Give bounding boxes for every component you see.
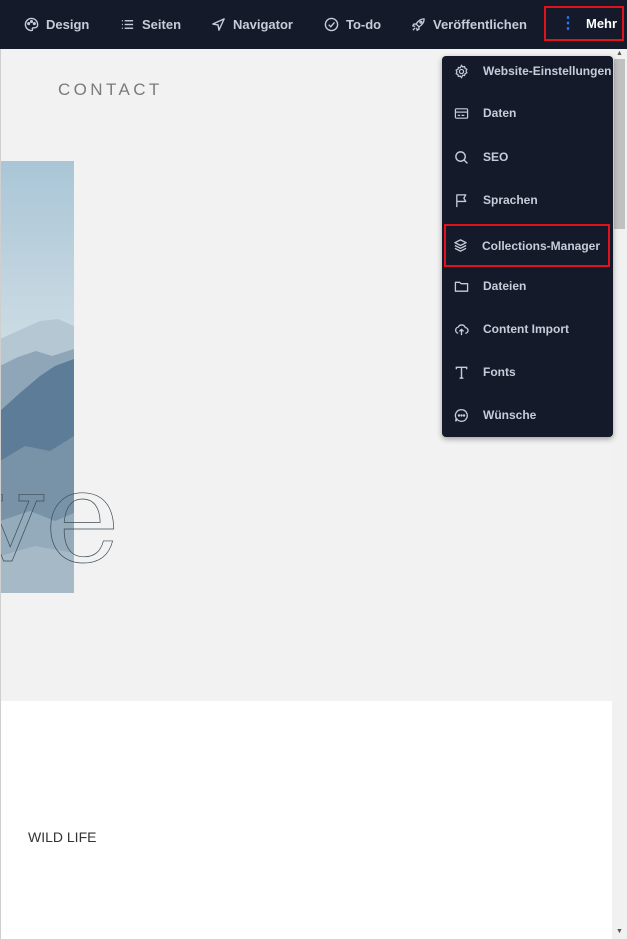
svg-text:ve: ve (0, 443, 120, 587)
more-menu-button[interactable]: ⋮ Mehr (544, 6, 624, 41)
publish-label: Veröffentlichen (433, 17, 527, 32)
menu-item-fonts[interactable]: Fonts (445, 353, 610, 391)
flag-icon (456, 193, 467, 207)
top-toolbar: Design Seiten Navigator To-do Veröffentl… (0, 0, 627, 49)
menu-item-collections-manager[interactable]: Collections-Manager (444, 224, 610, 267)
navigator-button[interactable]: Navigator (203, 0, 301, 49)
todo-button[interactable]: To-do (316, 0, 389, 49)
menu-item-data[interactable]: Daten (445, 94, 610, 132)
rocket-icon (412, 18, 425, 31)
page-left-border (0, 49, 1, 939)
design-button[interactable]: Design (16, 0, 97, 49)
more-vertical-icon: ⋮ (560, 14, 576, 32)
menu-label: Daten (483, 106, 517, 120)
folder-icon (454, 281, 469, 292)
list-icon (121, 20, 134, 29)
contact-link[interactable]: CONTACT (58, 80, 163, 100)
layers-icon (454, 239, 467, 252)
menu-label: Wünsche (483, 408, 537, 422)
more-dropdown-menu: Website-Einstellungen Daten SEO Sprachen… (442, 56, 613, 437)
hero-heading: ve (0, 443, 120, 587)
check-circle-icon (324, 17, 339, 32)
menu-item-content-import[interactable]: Content Import (445, 310, 610, 348)
menu-item-files[interactable]: Dateien (445, 267, 610, 305)
menu-label: Content Import (483, 322, 569, 336)
menu-label: Dateien (483, 279, 527, 293)
wild-life-section: WILD LIFE (0, 701, 612, 939)
design-label: Design (46, 17, 90, 32)
navigation-arrow-icon (212, 18, 225, 31)
scroll-up-arrow-icon[interactable]: ▲ (612, 49, 627, 59)
publish-button[interactable]: Veröffentlichen (403, 0, 535, 49)
wild-life-heading: WILD LIFE (28, 829, 97, 845)
navigator-label: Navigator (233, 17, 293, 32)
menu-label: Website-Einstellungen (483, 64, 612, 78)
menu-item-languages[interactable]: Sprachen (445, 181, 610, 219)
cloud-upload-icon (455, 323, 469, 335)
chat-icon (454, 408, 468, 422)
search-icon (455, 150, 468, 164)
palette-icon (24, 17, 39, 32)
pages-button[interactable]: Seiten (112, 0, 189, 49)
menu-item-wishes[interactable]: Wünsche (445, 396, 610, 434)
menu-label: Collections-Manager (482, 238, 601, 253)
scroll-down-arrow-icon[interactable]: ▼ (612, 927, 627, 937)
pages-label: Seiten (142, 17, 182, 32)
menu-label: Fonts (483, 365, 516, 379)
more-label: Mehr (586, 16, 618, 31)
vertical-scrollbar[interactable]: ▲ ▼ (612, 49, 627, 939)
scrollbar-thumb[interactable] (614, 59, 625, 229)
menu-label: Sprachen (483, 193, 538, 207)
menu-item-website-settings[interactable]: Website-Einstellungen (445, 52, 612, 90)
card-icon (454, 107, 469, 119)
text-icon (455, 366, 468, 379)
gear-icon (455, 63, 468, 79)
todo-label: To-do (346, 17, 382, 32)
menu-label: SEO (483, 150, 509, 164)
menu-item-seo[interactable]: SEO (445, 138, 610, 176)
